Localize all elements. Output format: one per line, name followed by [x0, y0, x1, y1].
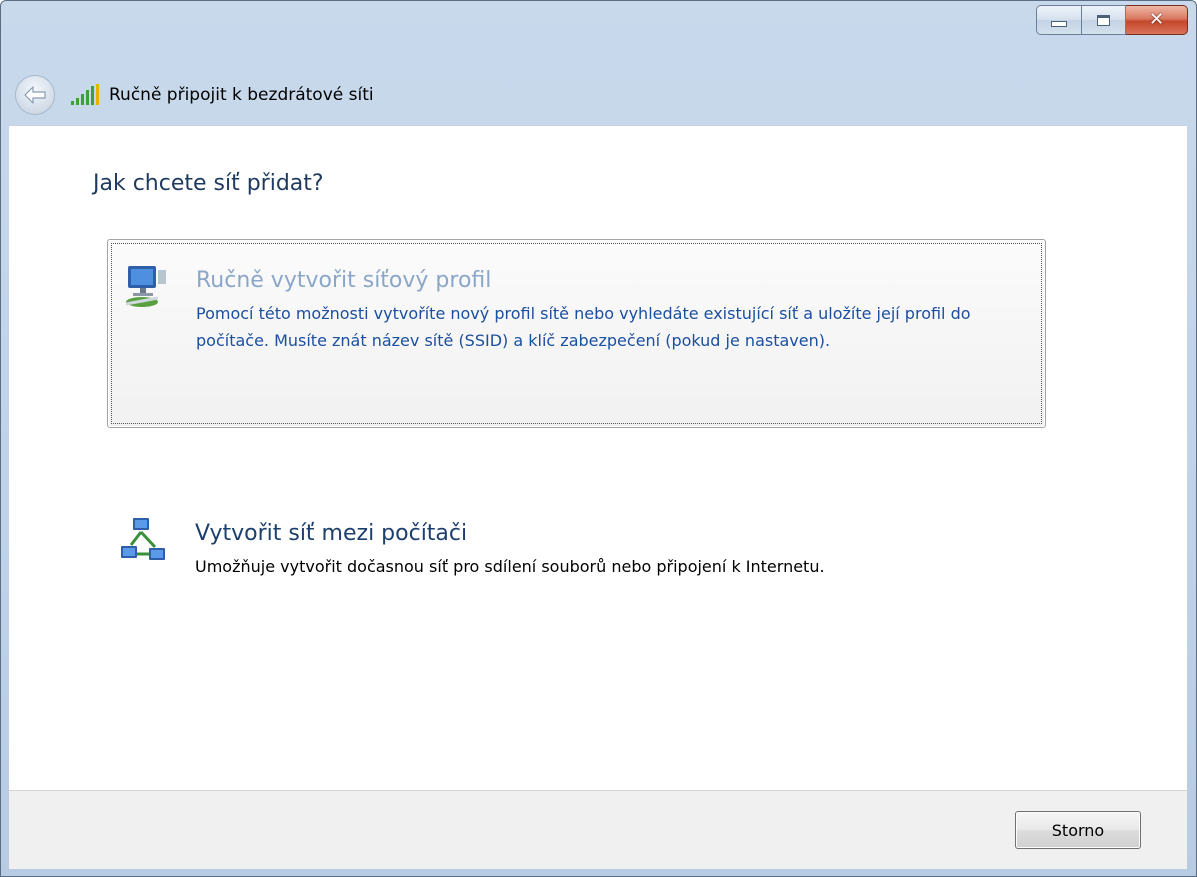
- close-icon: ✕: [1148, 9, 1165, 30]
- caption-buttons: ✕: [1036, 5, 1188, 35]
- wizard-header: Ručně připojit k bezdrátové síti: [15, 73, 374, 117]
- option-title: Vytvořit síť mezi počítači: [195, 521, 468, 546]
- network-profile-icon: [125, 266, 166, 307]
- content-area: Jak chcete síť přidat? Ručně vytvořit sí…: [9, 125, 1187, 791]
- footer-bar: Storno: [9, 790, 1187, 869]
- dialog-window: ✕ Ručně připojit k bezdrátové síti Jak c…: [0, 0, 1197, 877]
- option-manual-profile[interactable]: Ručně vytvořit síťový profil Pomocí této…: [107, 239, 1046, 428]
- window-title: Ručně připojit k bezdrátové síti: [109, 85, 374, 105]
- minimize-button[interactable]: [1036, 5, 1082, 35]
- back-arrow-icon: [24, 86, 46, 104]
- maximize-icon: [1097, 14, 1110, 26]
- page-heading: Jak chcete síť přidat?: [93, 171, 324, 196]
- option-ad-hoc-network[interactable]: Vytvořit síť mezi počítači Umožňuje vytv…: [107, 511, 1046, 591]
- back-button[interactable]: [15, 75, 55, 115]
- minimize-icon: [1051, 21, 1067, 27]
- option-description: Umožňuje vytvořit dočasnou síť pro sdíle…: [195, 557, 825, 576]
- close-button[interactable]: ✕: [1126, 5, 1188, 35]
- maximize-button[interactable]: [1082, 5, 1126, 35]
- cancel-button[interactable]: Storno: [1015, 811, 1141, 849]
- option-title: Ručně vytvořit síťový profil: [196, 268, 492, 293]
- ad-hoc-network-icon: [121, 518, 165, 560]
- option-description: Pomocí této možnosti vytvoříte nový prof…: [196, 304, 971, 350]
- wireless-signal-icon: [71, 84, 99, 105]
